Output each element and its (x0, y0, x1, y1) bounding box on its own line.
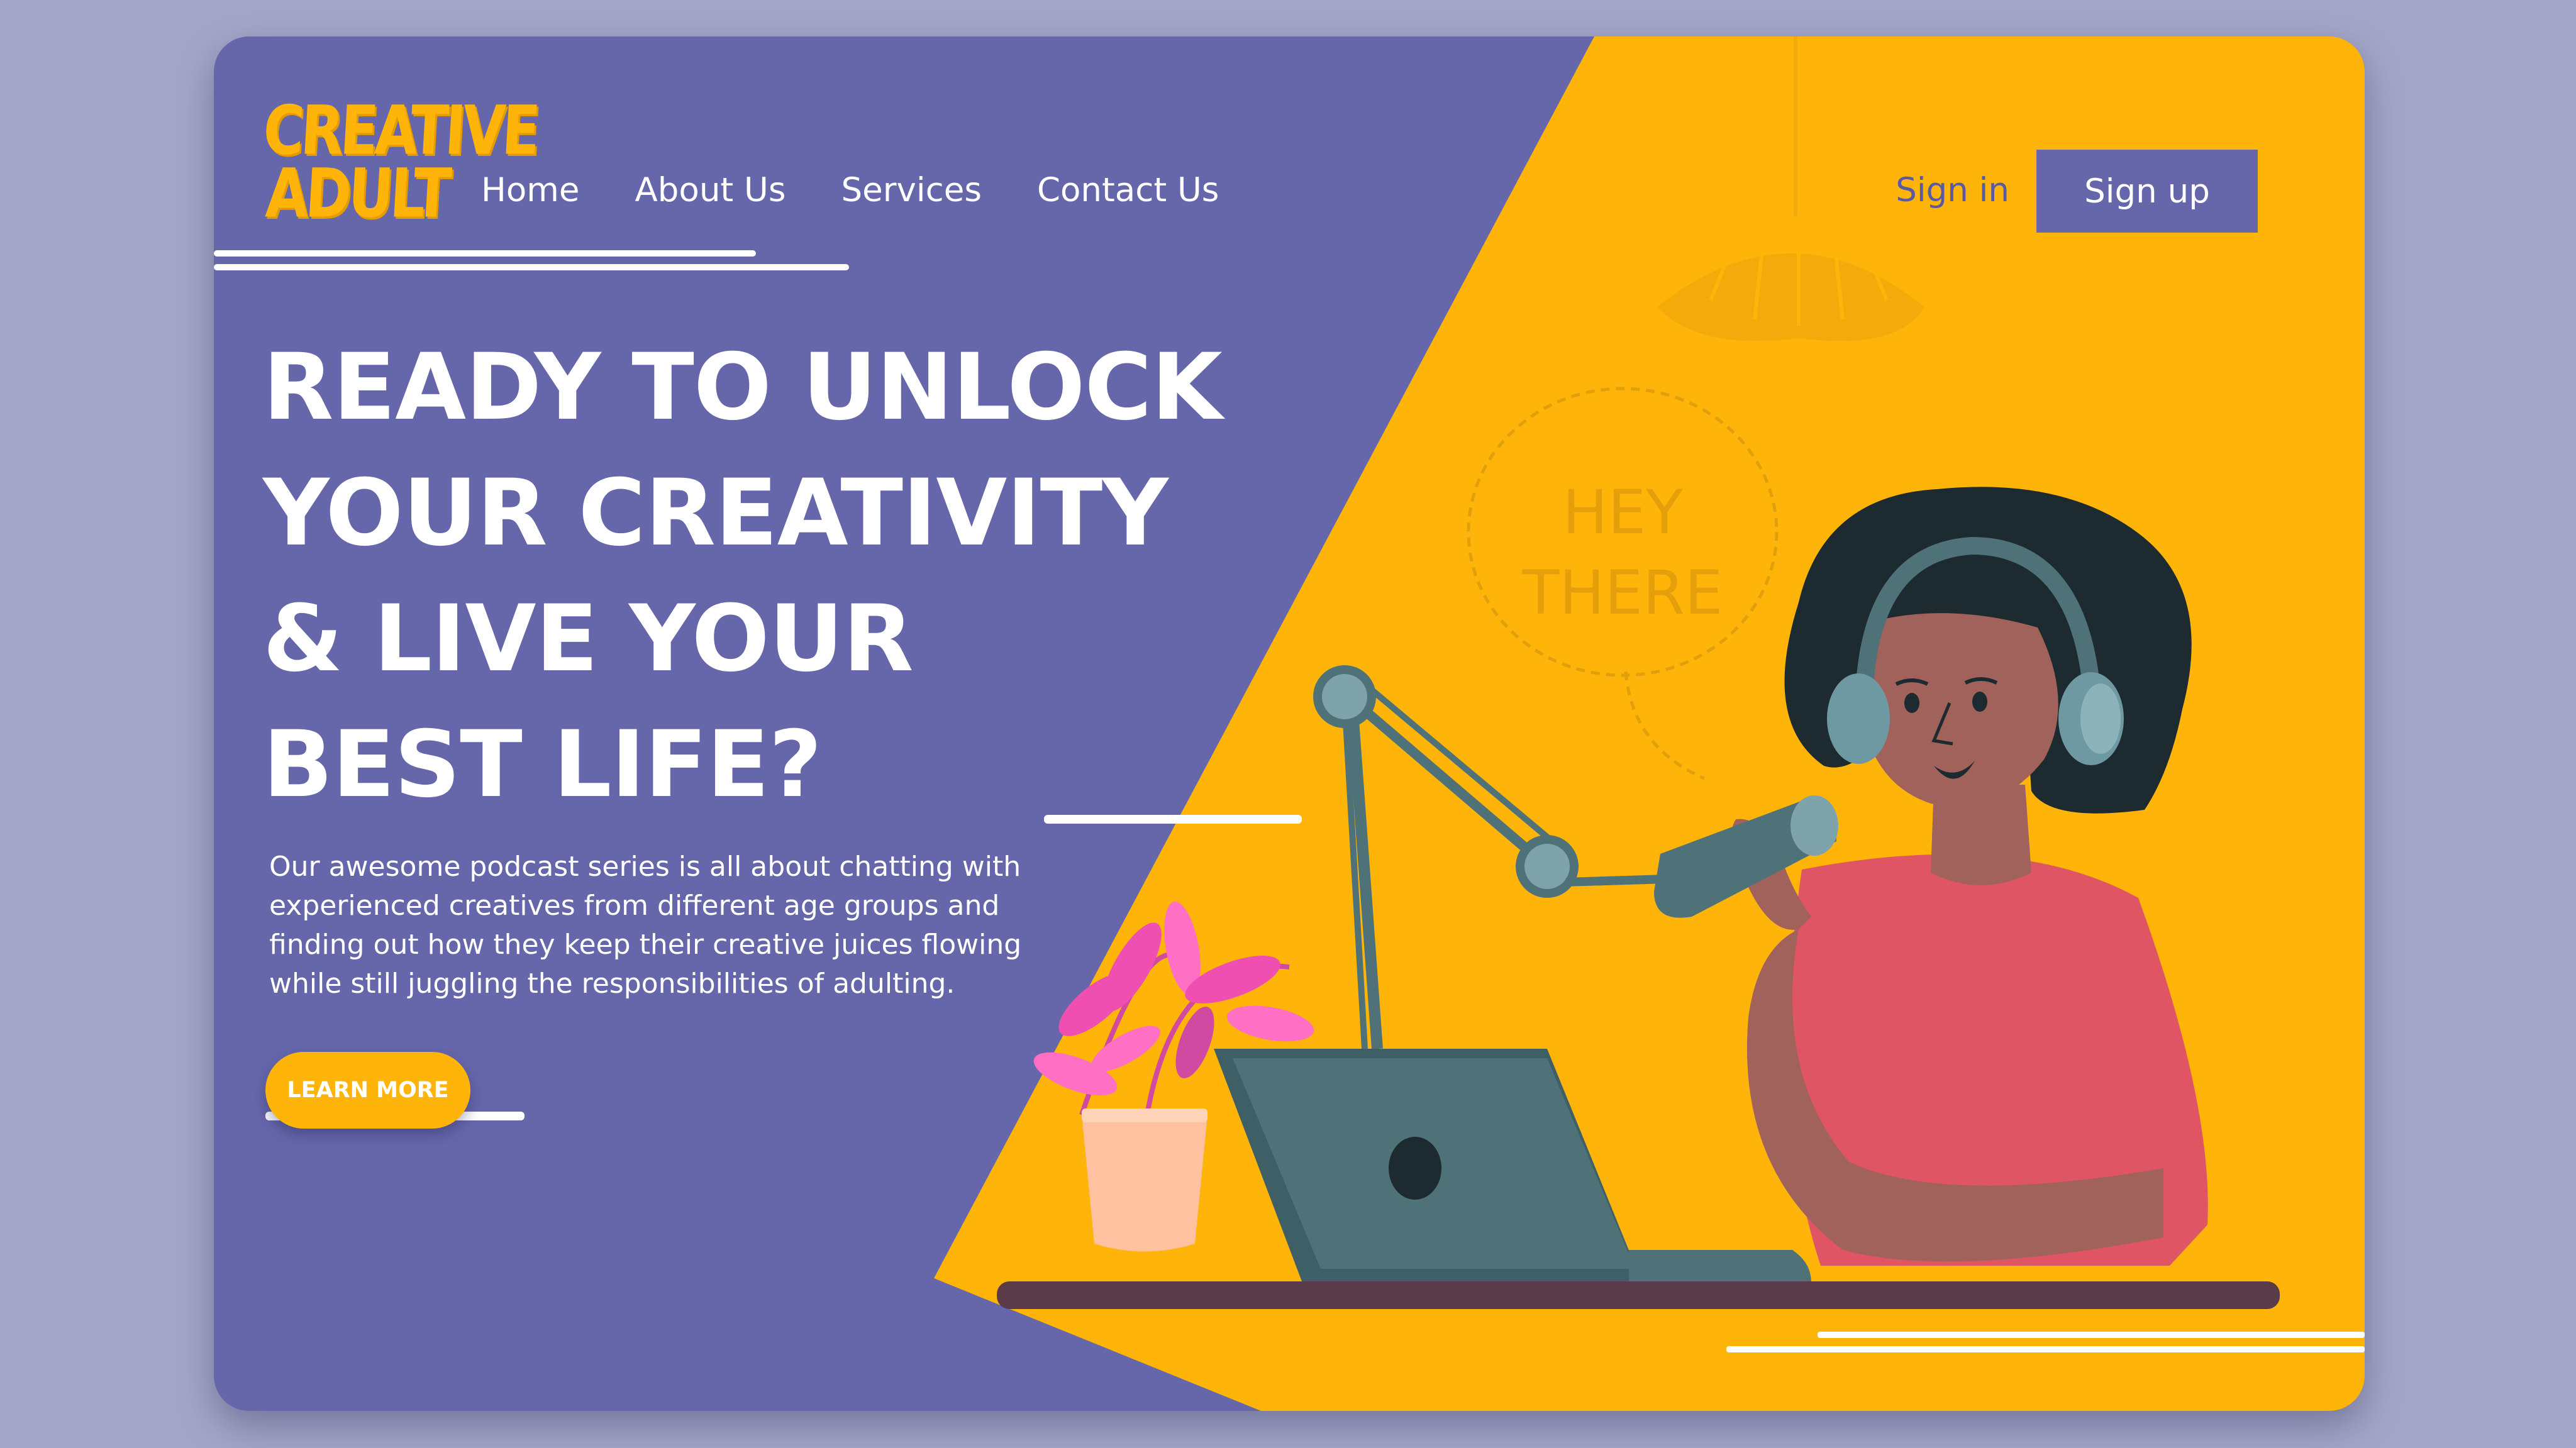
laptop-icon (1214, 1049, 1811, 1283)
speech-bubble-line2: THERE (1522, 558, 1723, 628)
desk (997, 1281, 2280, 1309)
laptop-logo-icon (1389, 1137, 1441, 1200)
decorative-line-1 (214, 250, 756, 257)
logo-line2: ADULT (264, 153, 450, 233)
hero-headline: READY TO UNLOCK YOUR CREATIVITY & LIVE Y… (263, 324, 1223, 827)
headphone-left-icon (1827, 673, 1890, 764)
learn-more-button[interactable]: LEARN MORE (265, 1052, 470, 1129)
sign-in-link[interactable]: Sign in (1896, 165, 2009, 216)
sign-up-button[interactable]: Sign up (2036, 150, 2258, 233)
podcaster-figure (1731, 487, 2208, 1266)
pendant-lamp-icon (1657, 36, 1924, 341)
speech-bubble-line1: HEY (1562, 477, 1683, 548)
nav-item-about-us[interactable]: About Us (635, 165, 786, 216)
headline-line-3: & LIVE YOUR (263, 585, 914, 692)
headline-line-2: YOUR CREATIVITY (263, 460, 1169, 566)
nav-item-home[interactable]: Home (481, 165, 580, 216)
headline-line-4: BEST LIFE? (263, 711, 822, 818)
landing-page-card: HEY THERE CREATIVE ADULT Home About Us S… (214, 36, 2365, 1411)
description-line-1: Our awesome podcast series is all about … (269, 851, 1021, 883)
hero-description: Our awesome podcast series is all about … (269, 848, 1087, 1003)
nav-item-contact-us[interactable]: Contact Us (1037, 165, 1219, 216)
brand-logo[interactable]: CREATIVE ADULT (261, 91, 539, 233)
decorative-line-2 (214, 264, 849, 270)
description-line-3: finding out how they keep their creative… (269, 929, 1022, 961)
description-line-2: experienced creatives from different age… (269, 890, 1000, 922)
speech-bubble: HEY THERE (1467, 387, 1779, 780)
nav-item-services[interactable]: Services (841, 165, 982, 216)
main-nav: Home About Us Services Contact Us (481, 165, 1219, 216)
description-line-4: while still juggling the responsibilitie… (269, 968, 955, 1000)
headline-line-1: READY TO UNLOCK (263, 334, 1223, 441)
